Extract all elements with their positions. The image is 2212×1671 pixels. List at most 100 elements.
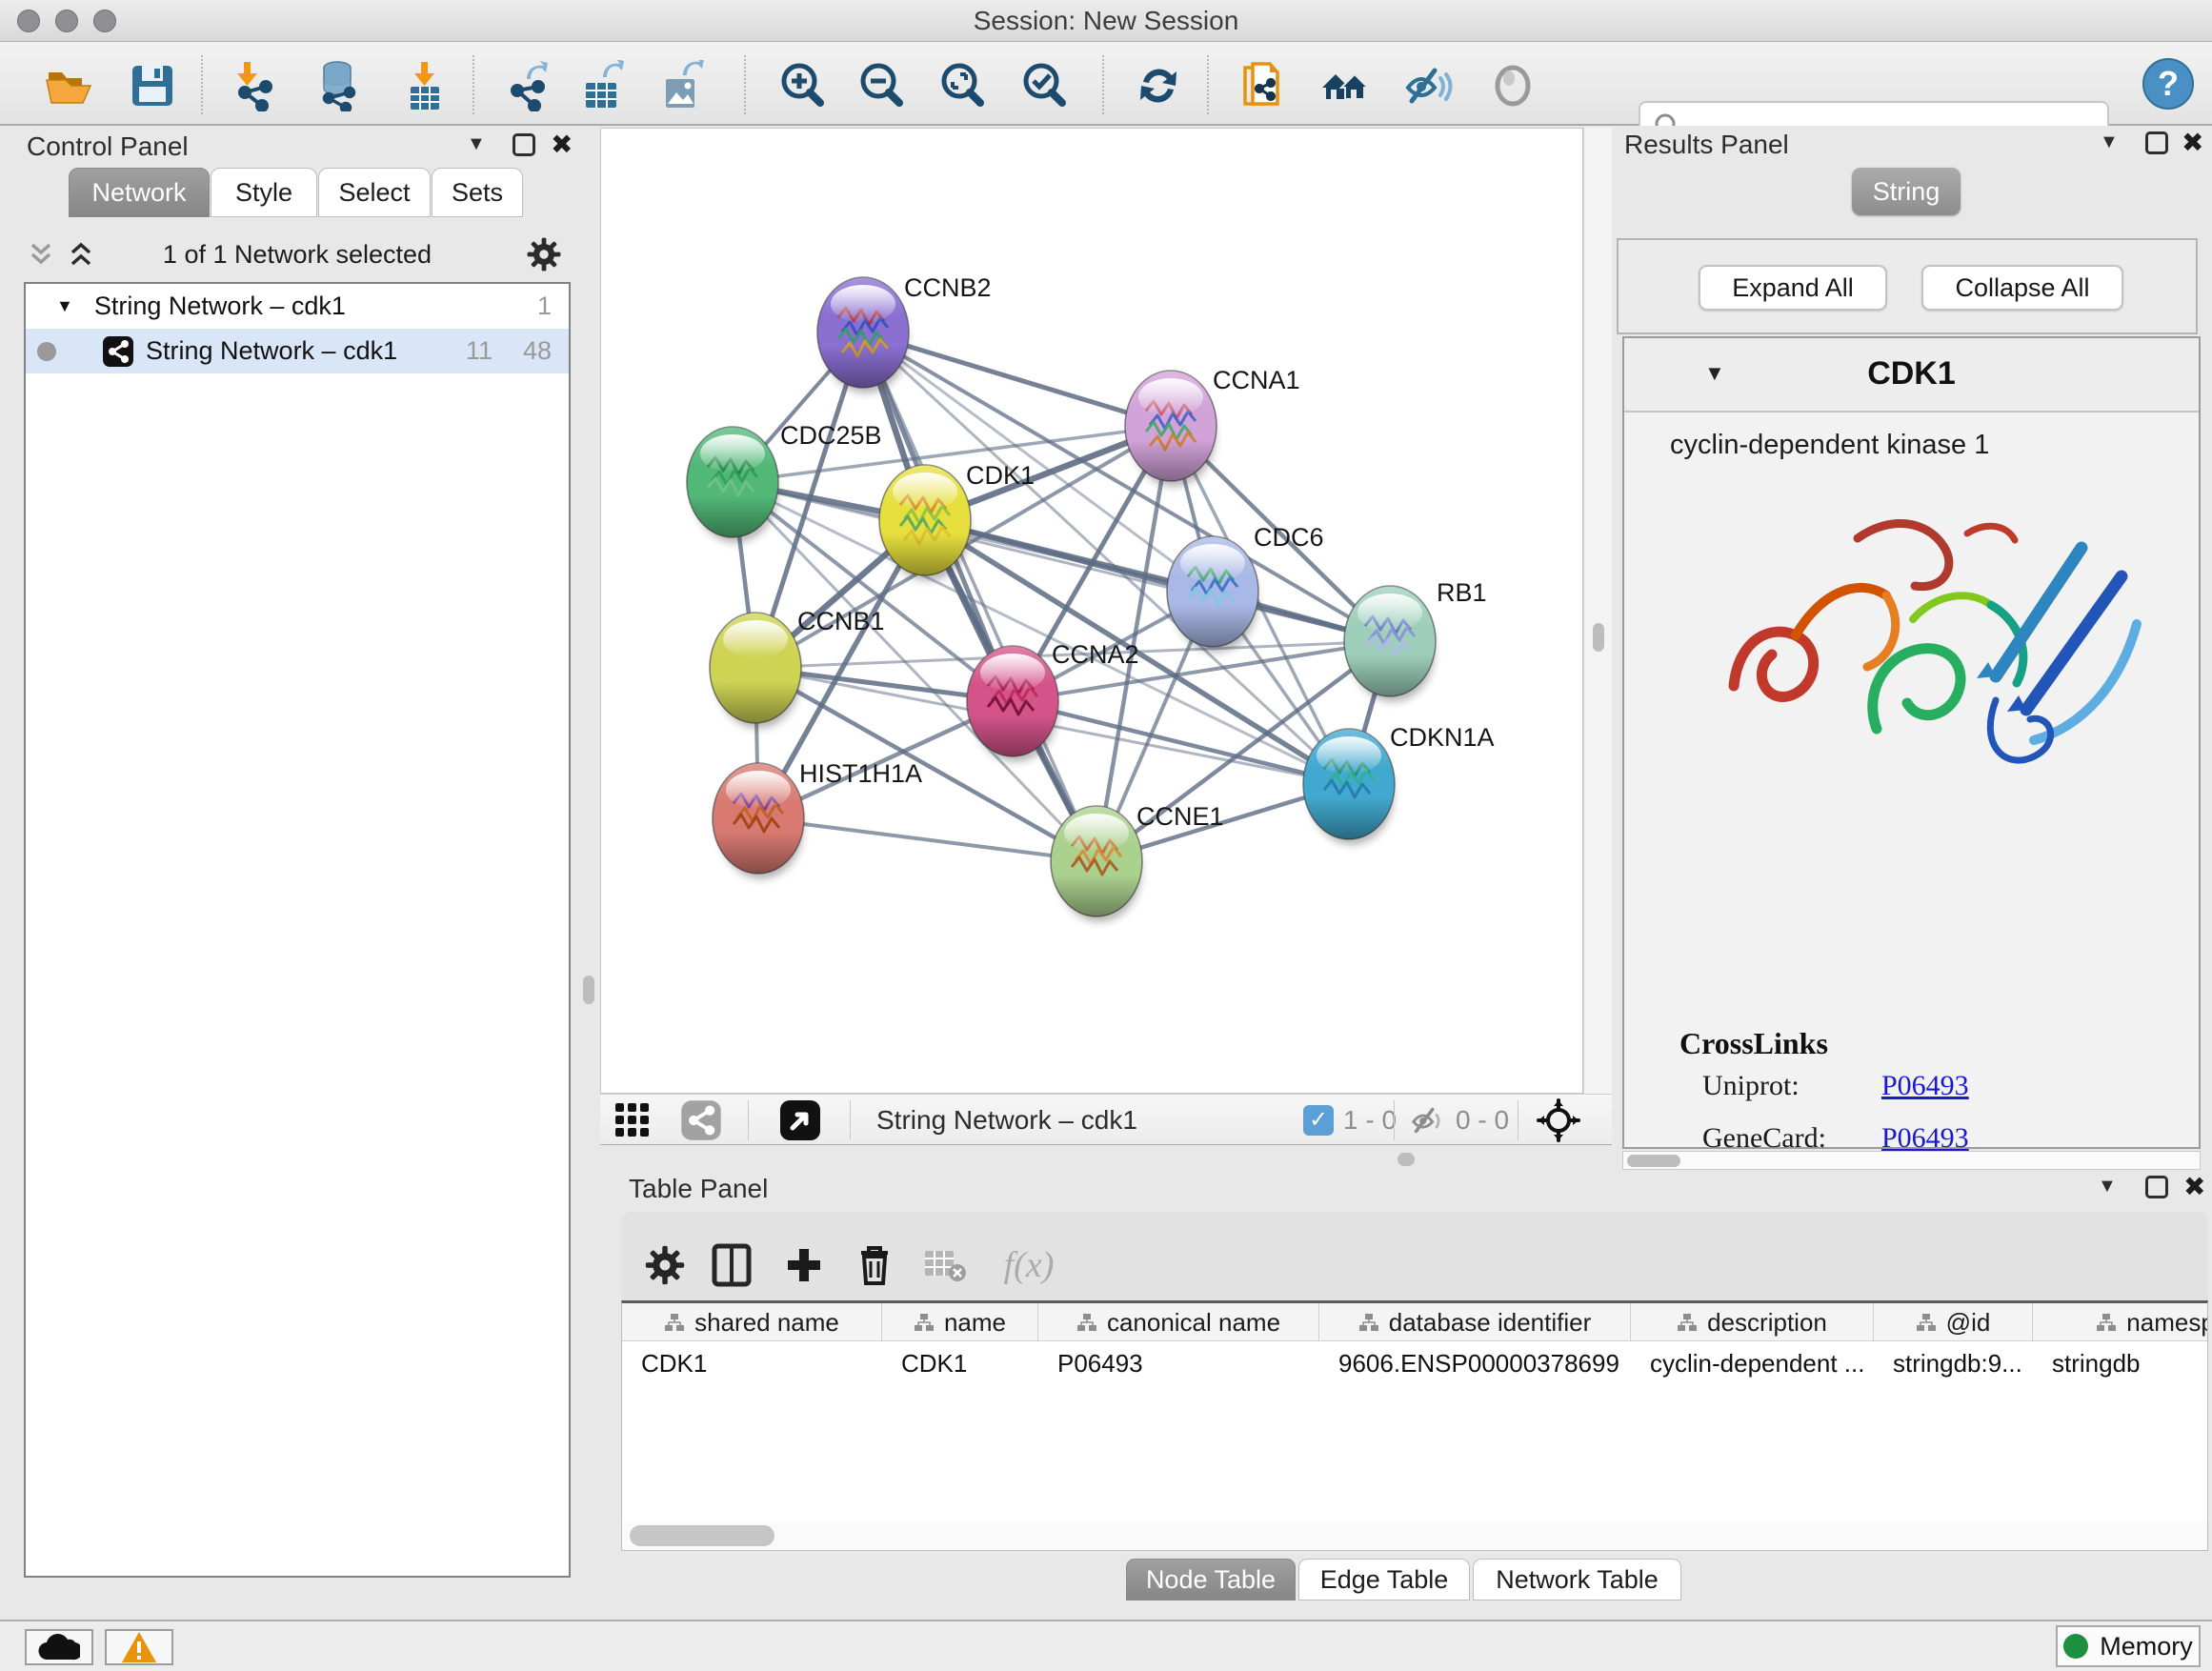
collapse-all-button[interactable]: Collapse All <box>1921 265 2123 311</box>
zoom-selected-button[interactable] <box>1017 59 1071 112</box>
expand-all-button[interactable]: Expand All <box>1699 265 1887 311</box>
hide-selected-button[interactable] <box>1400 59 1454 112</box>
results-panel-float-button[interactable] <box>2145 131 2168 154</box>
table-hscrollbar[interactable] <box>622 1521 2207 1550</box>
column-header--id[interactable]: @id <box>1874 1303 2033 1341</box>
splitter-handle[interactable] <box>1593 623 1604 652</box>
table-hscroll-thumb[interactable] <box>630 1525 774 1546</box>
grid-view-button[interactable] <box>613 1099 652 1141</box>
results-scroll-strip[interactable] <box>1622 1151 2201 1170</box>
table-cell[interactable]: cyclin-dependent ... <box>1631 1342 1874 1384</box>
node-label-CCNA1: CCNA1 <box>1213 366 1300 394</box>
import-table-file-button[interactable] <box>398 59 452 112</box>
tab-edge-table[interactable]: Edge Table <box>1298 1559 1470 1601</box>
canvas-results-splitter[interactable] <box>1583 128 1612 1094</box>
control-panel-close-button[interactable]: ✖ <box>551 133 573 156</box>
cloud-status-button[interactable] <box>25 1629 93 1665</box>
control-panel: Control Panel ▼ ✖ Network Style Select S… <box>0 126 594 1620</box>
gene-header[interactable]: ▼ CDK1 <box>1624 338 2199 413</box>
save-session-button[interactable] <box>126 59 179 112</box>
table-panel-menu-caret[interactable]: ▼ <box>2098 1176 2117 1198</box>
network-node-CDK1[interactable]: CDK1 <box>879 461 1035 581</box>
duplicate-network-button[interactable] <box>1237 59 1290 112</box>
table-cell[interactable]: stringdb:9... <box>1874 1342 2033 1384</box>
network-node-CCNB2[interactable]: CCNB2 <box>817 273 992 393</box>
control-panel-menu-caret[interactable]: ▼ <box>467 133 486 155</box>
network-node-CCNA2[interactable]: CCNA2 <box>967 640 1139 762</box>
table-settings-button[interactable] <box>638 1238 692 1292</box>
results-controls: Expand All Collapse All <box>1617 238 2198 334</box>
import-network-file-button[interactable] <box>229 59 282 112</box>
tab-network-table[interactable]: Network Table <box>1473 1559 1681 1601</box>
zoom-out-button[interactable] <box>855 59 908 112</box>
string-view-button[interactable] <box>680 1099 722 1141</box>
hidden-nodes-indicator[interactable]: 0 - 0 <box>1408 1099 1509 1141</box>
results-scroll-thumb[interactable] <box>1627 1155 1680 1167</box>
table-cell[interactable]: stringdb <box>2033 1342 2208 1384</box>
crosslink-link[interactable]: P06493 <box>1881 1122 1969 1155</box>
warnings-button[interactable] <box>105 1629 173 1665</box>
tree-expand-caret[interactable]: ▼ <box>56 296 73 316</box>
table-cell[interactable]: CDK1 <box>622 1342 882 1384</box>
table-cell[interactable]: CDK1 <box>882 1342 1038 1384</box>
export-table-button[interactable] <box>577 59 631 112</box>
tab-select[interactable]: Select <box>318 168 431 217</box>
refresh-view-button[interactable] <box>1132 59 1185 112</box>
birdseye-toggle-button[interactable] <box>779 1099 821 1141</box>
zoom-fit-button[interactable] <box>935 59 989 112</box>
network-node-HIST1H1A[interactable]: HIST1H1A <box>713 759 922 879</box>
horizontal-splitter-handle[interactable] <box>1398 1153 1415 1166</box>
table-panel-float-button[interactable] <box>2145 1176 2168 1198</box>
help-button[interactable]: ? <box>2142 57 2195 111</box>
first-neighbors-button[interactable] <box>1318 59 1372 112</box>
column-header-canonical-name[interactable]: canonical name <box>1038 1303 1319 1341</box>
column-header-database-identifier[interactable]: database identifier <box>1319 1303 1631 1341</box>
column-header-namespace[interactable]: namespace <box>2033 1303 2208 1341</box>
network-row[interactable]: String Network – cdk1 11 48 <box>26 329 569 373</box>
show-columns-button[interactable] <box>705 1238 758 1292</box>
export-image-button[interactable] <box>655 59 709 112</box>
hidden-count: 0 - 0 <box>1456 1105 1509 1136</box>
table-cell[interactable]: 9606.ENSP00000378699 <box>1319 1342 1631 1384</box>
import-network-database-button[interactable] <box>311 59 364 112</box>
tab-string[interactable]: String <box>1852 168 1961 215</box>
export-network-button[interactable] <box>503 59 556 112</box>
column-header-shared-name[interactable]: shared name <box>622 1303 882 1341</box>
results-panel-close-button[interactable]: ✖ <box>2182 131 2203 154</box>
table-cell[interactable]: P06493 <box>1038 1342 1319 1384</box>
network-edge[interactable] <box>863 332 1171 426</box>
add-column-button[interactable] <box>777 1238 831 1292</box>
warning-icon <box>120 1630 158 1664</box>
control-panel-float-button[interactable] <box>513 133 535 156</box>
network-node-CCNE1[interactable]: CCNE1 <box>1051 802 1224 922</box>
delete-table-button <box>918 1238 972 1292</box>
column-header-description[interactable]: description <box>1631 1303 1874 1341</box>
tab-style[interactable]: Style <box>211 168 317 217</box>
show-all-button[interactable] <box>1486 59 1539 112</box>
network-node-CCNB1[interactable]: CCNB1 <box>710 607 885 729</box>
zoom-in-button[interactable] <box>775 59 829 112</box>
selected-nodes-indicator[interactable]: ✓ 1 - 0 <box>1303 1099 1397 1141</box>
memory-button[interactable]: Memory <box>2056 1625 2201 1667</box>
network-collection-row[interactable]: ▼ String Network – cdk1 1 <box>26 284 569 329</box>
table-row[interactable]: CDK1CDK1P064939606.ENSP00000378699cyclin… <box>622 1342 2208 1384</box>
tab-network[interactable]: Network <box>69 168 210 217</box>
table-panel-close-button[interactable]: ✖ <box>2183 1176 2205 1198</box>
column-header-name[interactable]: name <box>882 1303 1038 1341</box>
crosslink-link[interactable]: P06493 <box>1881 1070 1969 1102</box>
trash-icon <box>855 1243 894 1287</box>
network-canvas[interactable]: CCNB2CCNA1CDC25BCDK1CDC6RB1CCNB1CCNA2HIS… <box>600 128 1583 1094</box>
network-node-RB1[interactable]: RB1 <box>1344 578 1487 702</box>
crosshair-icon <box>1537 1098 1580 1142</box>
network-edge[interactable] <box>758 818 1096 861</box>
tab-node-table[interactable]: Node Table <box>1126 1559 1296 1601</box>
delete-column-button[interactable] <box>848 1238 901 1292</box>
open-session-button[interactable] <box>42 59 95 112</box>
results-panel-menu-caret[interactable]: ▼ <box>2100 131 2119 153</box>
node-label-RB1: RB1 <box>1437 578 1487 607</box>
fit-content-button[interactable] <box>1537 1099 1580 1141</box>
network-node-CDKN1A[interactable]: CDKN1A <box>1303 723 1495 845</box>
tab-sets[interactable]: Sets <box>432 168 523 217</box>
panel-splitter-handle[interactable] <box>583 976 594 1004</box>
gear-icon[interactable] <box>526 236 562 272</box>
